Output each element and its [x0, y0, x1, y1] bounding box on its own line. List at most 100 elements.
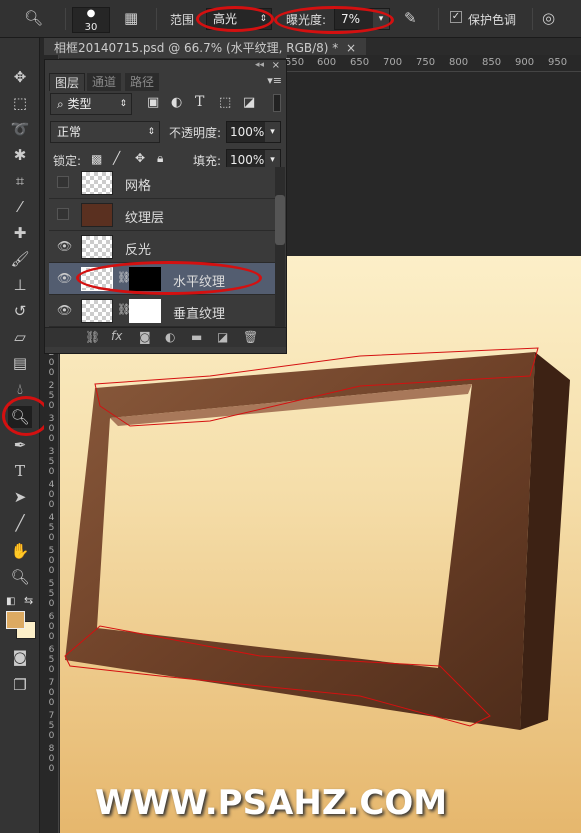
eye-icon[interactable]: 👁︎: [57, 271, 72, 285]
brush-size: 30: [84, 22, 98, 33]
highlight-ring: [196, 6, 274, 32]
fx-icon[interactable]: fx: [111, 329, 122, 343]
ruler-label: 550: [285, 57, 305, 68]
ruler-label: 650: [350, 57, 370, 68]
magic-wand-icon[interactable]: ✱: [8, 144, 32, 166]
opacity-value: 100%: [230, 125, 265, 139]
visibility-toggle[interactable]: [57, 208, 69, 220]
filter-kind-select[interactable]: ⌕ 类型 ⇕: [50, 93, 132, 115]
screen-mode-icon[interactable]: ❐: [8, 674, 32, 696]
adjustment-layer-icon[interactable]: ◐: [165, 330, 175, 344]
brush-panel-icon[interactable]: ▦: [124, 9, 138, 27]
eye-icon[interactable]: 👁︎: [57, 239, 72, 253]
ruler-label: 650: [48, 645, 55, 675]
lock-pixels-icon[interactable]: ╱: [113, 151, 120, 165]
fill-value: 100%: [230, 153, 265, 167]
move-tool-icon[interactable]: ✥: [8, 66, 32, 88]
eyedropper-icon[interactable]: ⁄: [8, 196, 32, 218]
filter-pixel-icon[interactable]: ▣: [147, 95, 159, 110]
layers-footer: ⛓ fx ◙ ◐ ▬ ◪ 🗑︎: [45, 327, 286, 347]
eye-icon[interactable]: 👁︎: [57, 303, 72, 317]
clone-stamp-icon[interactable]: ⊥: [8, 274, 32, 296]
ruler-label: 800: [48, 744, 55, 774]
line-tool-icon[interactable]: ╱: [8, 512, 32, 534]
filter-adjustment-icon[interactable]: ◐: [171, 95, 182, 110]
path-selection-icon[interactable]: ➤: [8, 486, 32, 508]
delete-layer-icon[interactable]: 🗑︎: [243, 330, 258, 344]
history-brush-icon[interactable]: ↺: [8, 300, 32, 322]
filter-label: 类型: [67, 97, 92, 111]
layers-panel: ◂◂ × 图层 通道 路径 ▾≡ ⌕ 类型 ⇕ ▣ ◐ T ⬚ ◪ 正常 ⇕ 不透明…: [44, 59, 287, 354]
watermark: WWW.PSAHZ.COM: [95, 783, 448, 823]
lasso-tool-icon[interactable]: ➰: [8, 118, 32, 140]
pressure-size-icon[interactable]: ◎: [542, 9, 555, 27]
ruler-top: 550 600 650 700 750 800 850 900 950: [285, 55, 581, 72]
lock-all-icon[interactable]: 🔒︎: [157, 151, 163, 166]
close-tab-icon[interactable]: ×: [346, 41, 356, 55]
filter-type-icon[interactable]: T: [195, 94, 204, 110]
gradient-tool-icon[interactable]: ▤: [8, 352, 32, 374]
panel-menu-icon[interactable]: ▾≡: [267, 74, 282, 87]
visibility-toggle[interactable]: [57, 176, 69, 188]
airbrush-icon[interactable]: ✎: [404, 9, 417, 27]
new-layer-icon[interactable]: ◪: [217, 330, 228, 344]
foreground-color-swatch[interactable]: [6, 611, 25, 629]
opacity-label: 不透明度:: [169, 126, 222, 140]
eraser-icon[interactable]: ▱: [8, 326, 32, 348]
layer-thumbnail: [81, 171, 113, 195]
protect-tones-checkbox[interactable]: ✓: [450, 11, 462, 23]
layer-mask-thumbnail[interactable]: [129, 299, 161, 323]
ruler-label: 700: [48, 678, 55, 708]
ruler-label: 600: [317, 57, 337, 68]
layer-name: 网格: [125, 179, 152, 194]
ruler-label: 600: [48, 612, 55, 642]
highlight-ring: [274, 6, 394, 34]
filter-toggle[interactable]: [273, 94, 281, 112]
layer-thumbnail: [81, 235, 113, 259]
ruler-label: 850: [482, 57, 502, 68]
new-group-icon[interactable]: ▬: [191, 330, 202, 344]
layer-row[interactable]: 纹理层: [49, 199, 275, 231]
add-mask-icon[interactable]: ◙: [139, 330, 151, 344]
layer-row[interactable]: 👁︎ 反光: [49, 231, 275, 263]
filter-shape-icon[interactable]: ⬚: [219, 95, 231, 110]
blend-mode-value: 正常: [57, 125, 82, 139]
brush-preset-picker[interactable]: ● 30: [72, 7, 110, 33]
protect-tones-label: 保护色调: [468, 13, 517, 27]
opacity-field[interactable]: 100% ▾: [226, 121, 281, 143]
marquee-tool-icon[interactable]: ⬚: [8, 92, 32, 114]
hand-tool-icon[interactable]: ✋: [8, 540, 32, 562]
layer-name: 纹理层: [125, 211, 165, 226]
crop-tool-icon[interactable]: ⌗: [8, 170, 32, 192]
lock-transparent-icon[interactable]: ▩: [91, 152, 102, 166]
tab-layers[interactable]: 图层: [49, 73, 86, 91]
tab-channels[interactable]: 通道: [87, 73, 122, 91]
quick-mask-icon[interactable]: ◙: [8, 646, 32, 668]
layer-name: 垂直纹理: [173, 307, 226, 322]
blend-mode-select[interactable]: 正常 ⇕: [50, 121, 160, 143]
range-label: 范围: [170, 13, 195, 27]
type-tool-icon[interactable]: T: [8, 460, 32, 482]
link-layers-icon[interactable]: ⛓: [85, 330, 100, 344]
collapse-panel-icon[interactable]: ◂◂: [255, 60, 264, 70]
dodge-tool-preset-icon[interactable]: 🔍︎: [24, 9, 43, 27]
ruler-label: 800: [449, 57, 469, 68]
lock-position-icon[interactable]: ✥: [135, 151, 145, 165]
healing-brush-icon[interactable]: ✚: [8, 222, 32, 244]
tab-paths[interactable]: 路径: [125, 73, 160, 91]
close-panel-icon[interactable]: ×: [272, 60, 280, 71]
highlight-ring: [76, 261, 262, 295]
highlight-ring: [2, 396, 50, 436]
ruler-label: 400: [48, 480, 55, 510]
layer-row[interactable]: 网格: [49, 167, 275, 199]
ruler-label: 900: [515, 57, 535, 68]
layer-row[interactable]: 👁︎ ⛓ 垂直纹理: [49, 295, 275, 327]
brush-tool-icon[interactable]: 🖌︎: [8, 248, 32, 270]
pen-tool-icon[interactable]: ✒: [8, 434, 32, 456]
zoom-tool-icon[interactable]: 🔍︎: [8, 566, 32, 588]
default-colors-icon[interactable]: ◧: [6, 596, 15, 607]
layers-scrollbar[interactable]: [275, 167, 285, 327]
swap-colors-icon[interactable]: ⇆: [24, 594, 33, 607]
filter-smart-object-icon[interactable]: ◪: [243, 95, 255, 110]
ruler-label: 550: [48, 579, 55, 609]
